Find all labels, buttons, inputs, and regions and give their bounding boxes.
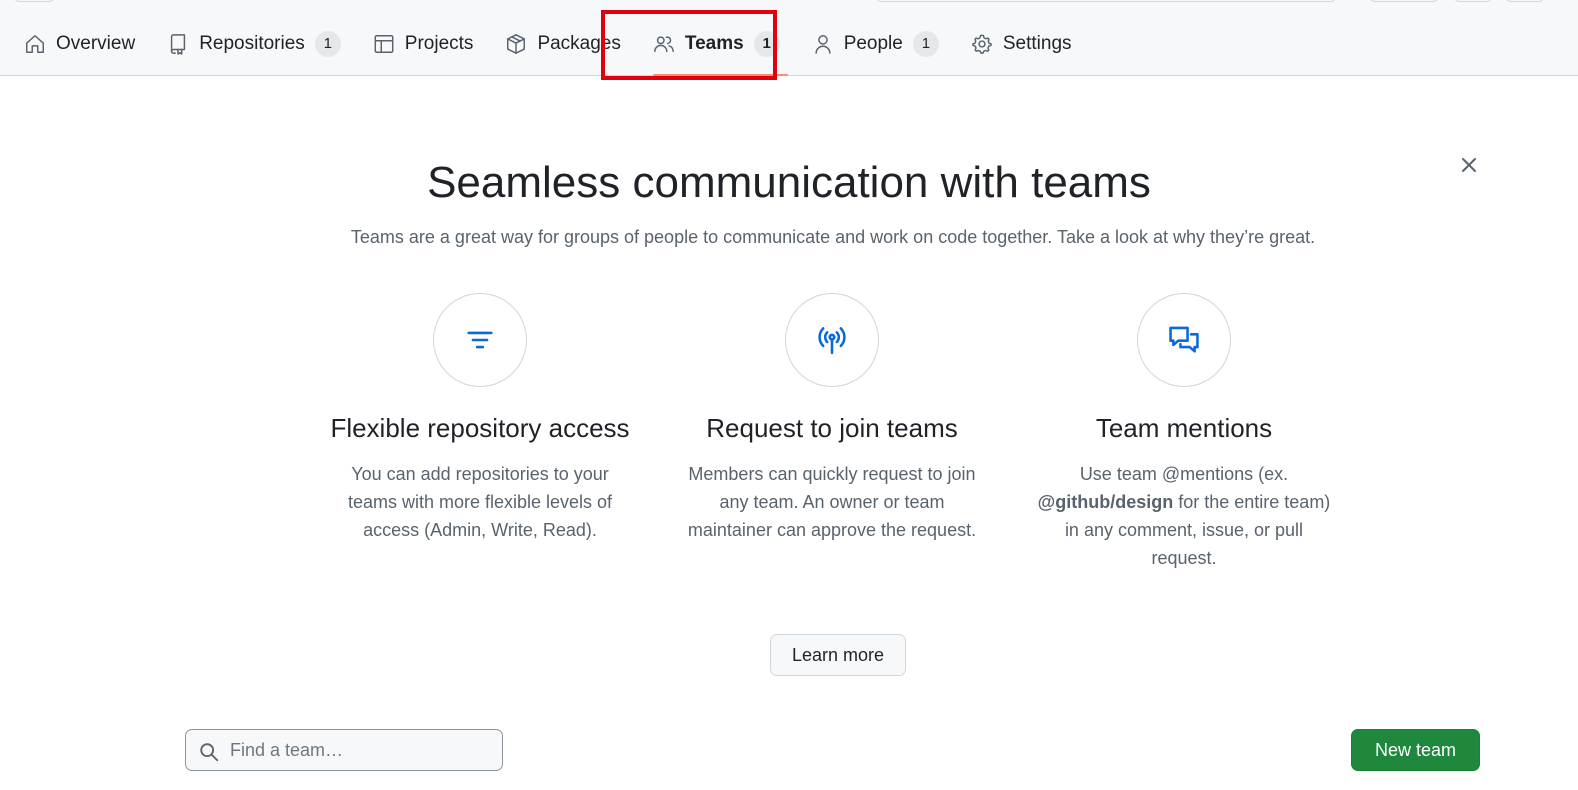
page-subtitle: Teams are a great way for groups of peop… — [350, 227, 1316, 247]
repo-icon — [171, 34, 186, 55]
tab-people[interactable]: People 1 — [804, 22, 947, 66]
tab-label: Projects — [404, 33, 474, 54]
feature-icon-circle — [433, 293, 527, 387]
tab-packages[interactable]: Packages — [497, 22, 628, 66]
package-icon — [507, 34, 526, 54]
filter-icon — [467, 331, 493, 349]
tab-settings[interactable]: Settings — [963, 22, 1080, 66]
broadcast-icon — [818, 327, 846, 355]
feature-icon-circle — [785, 293, 879, 387]
feature-team-mentions: Team mentions Use team @mentions (ex. @gi… — [1024, 293, 1344, 572]
tab-label: People — [843, 33, 903, 54]
person-icon — [815, 35, 831, 54]
top-button-fragment[interactable] — [1506, 0, 1544, 2]
tab-label: Repositories — [199, 33, 305, 54]
feature-title: Team mentions — [1095, 413, 1273, 443]
count-badge: 1 — [314, 31, 341, 57]
tab-label: Settings — [1002, 33, 1072, 54]
org-tabs: Overview Repositories 1 Projects Package… — [16, 22, 1096, 76]
feature-request-to-join: Request to join teams Members can quickl… — [672, 293, 992, 544]
learn-more-button[interactable]: Learn more — [770, 634, 906, 676]
tab-label: Packages — [537, 33, 621, 54]
find-team-search — [185, 729, 503, 771]
top-button-fragment[interactable] — [1454, 0, 1492, 2]
feature-icon-circle — [1137, 293, 1231, 387]
tab-label: Overview — [56, 33, 136, 54]
search-icon — [200, 743, 219, 762]
find-team-input[interactable] — [230, 739, 490, 761]
tab-teams[interactable]: Teams 1 — [645, 22, 788, 76]
count-badge: 1 — [912, 31, 939, 57]
gear-icon — [971, 34, 992, 54]
new-team-button[interactable]: New team — [1351, 729, 1480, 771]
tab-overview[interactable]: Overview — [16, 22, 143, 66]
page-title: Seamless communication with teams — [427, 158, 1151, 207]
people-icon — [653, 36, 674, 53]
mention-text-before: Use team @mentions (ex. — [1079, 464, 1289, 484]
org-nav-bar: Overview Repositories 1 Projects Package… — [0, 0, 1578, 76]
top-button-fragment[interactable] — [1370, 0, 1438, 2]
tab-label: Teams — [684, 33, 744, 54]
feature-description: You can add repositories to your teams w… — [347, 464, 613, 540]
mention-example: @github/design — [1037, 492, 1174, 512]
table-icon — [374, 35, 394, 53]
tab-repositories[interactable]: Repositories 1 — [159, 22, 349, 66]
feature-title: Request to join teams — [706, 413, 958, 443]
top-search-fragment[interactable] — [876, 0, 1336, 2]
feature-description: Use team @mentions (ex. @github/design fo… — [1024, 460, 1344, 572]
top-button-fragment[interactable] — [14, 0, 54, 2]
count-badge: 1 — [753, 31, 780, 57]
feature-description: Members can quickly request to join any … — [687, 464, 977, 540]
comment-discussion-icon — [1169, 326, 1199, 353]
feature-repository-access: Flexible repository access You can add r… — [320, 293, 640, 544]
home-icon — [26, 35, 44, 53]
tab-projects[interactable]: Projects — [365, 22, 482, 66]
feature-title: Flexible repository access — [330, 413, 630, 443]
